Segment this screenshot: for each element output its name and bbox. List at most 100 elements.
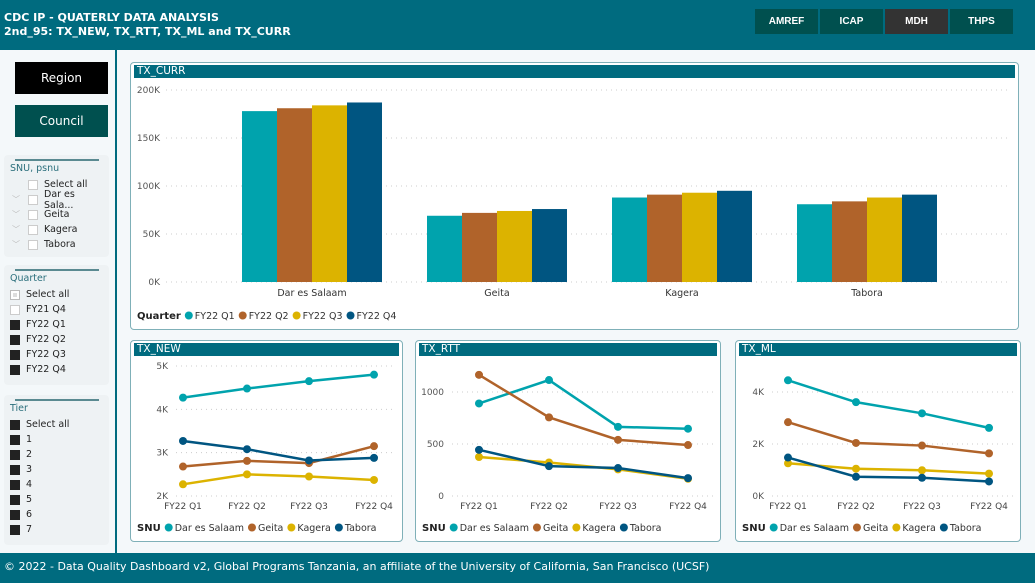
checkbox[interactable]	[10, 509, 20, 520]
slicer-item[interactable]: 6	[10, 507, 103, 522]
checkbox[interactable]	[10, 349, 20, 360]
slicer-item[interactable]: ﹀ Tabora	[10, 237, 103, 252]
bar	[242, 111, 277, 282]
data-point	[179, 462, 187, 471]
y-tick-label: 3K	[156, 449, 169, 459]
data-point	[684, 441, 692, 450]
checkbox[interactable]	[28, 179, 38, 190]
legend-marker-icon	[164, 523, 173, 532]
checkbox[interactable]	[28, 239, 38, 250]
legend-item: Geita	[543, 523, 568, 534]
org-button-amref[interactable]: AMREF	[755, 9, 818, 34]
data-point	[852, 464, 860, 473]
council-button[interactable]: Council	[15, 105, 108, 137]
slicer-item[interactable]: 4	[10, 477, 103, 492]
slicer-item[interactable]: ﹀ Kagera	[10, 222, 103, 237]
title: CDC IP - QUATERLY DATA ANALYSIS	[4, 11, 219, 24]
chevron-down-icon[interactable]: ﹀	[10, 209, 22, 220]
checkbox[interactable]	[28, 209, 38, 220]
chevron-down-icon[interactable]: ﹀	[10, 239, 22, 250]
series-line	[182, 444, 375, 468]
slicer-item-label: Select all	[26, 289, 70, 300]
org-buttons: AMREF ICAP MDH THPS	[755, 9, 1013, 34]
slicer-item[interactable]: 2	[10, 447, 103, 462]
chevron-down-icon[interactable]: ﹀	[10, 224, 22, 235]
slicer-item[interactable]: Select all	[10, 417, 103, 432]
checkbox[interactable]	[10, 334, 20, 345]
slicer-item[interactable]: ﹀ Dar es Sala...	[10, 189, 103, 211]
bar	[612, 197, 647, 282]
data-point	[243, 445, 251, 454]
data-point	[918, 473, 926, 482]
checkbox[interactable]	[10, 364, 20, 375]
bar	[427, 215, 462, 282]
subtitle: 2nd_95: TX_NEW, TX_RTT, TX_ML and TX_CUR…	[4, 25, 291, 38]
data-point	[370, 442, 378, 451]
bar	[277, 108, 312, 282]
chevron-down-icon[interactable]: ﹀	[10, 194, 22, 205]
checkbox[interactable]	[10, 524, 20, 535]
checkbox[interactable]	[28, 194, 38, 205]
region-button[interactable]: Region	[15, 62, 108, 94]
x-tick-label: FY22 Q4	[669, 502, 707, 512]
slicer-item[interactable]: FY22 Q3	[10, 347, 103, 362]
tier-slicer: Tier Select all 1 2 3 4 5 6 7	[4, 395, 109, 545]
legend-item: FY22 Q4	[357, 311, 397, 322]
slicer-item[interactable]: Select all	[10, 287, 103, 302]
checkbox[interactable]	[10, 304, 20, 315]
org-button-mdh[interactable]: MDH	[885, 9, 948, 34]
checkbox[interactable]	[10, 479, 20, 490]
bar	[797, 204, 832, 282]
legend-marker-icon	[769, 523, 778, 532]
checkbox[interactable]	[10, 434, 20, 445]
y-tick-label: 100K	[137, 182, 161, 192]
legend-item: FY22 Q1	[195, 311, 235, 322]
bar	[532, 209, 567, 282]
data-point	[370, 475, 378, 484]
checkbox[interactable]	[10, 289, 20, 300]
legend-title: SNU	[742, 523, 766, 534]
y-tick-label: 500	[427, 440, 444, 450]
legend-item: Tabora	[344, 523, 377, 534]
legend-item: Tabora	[629, 523, 662, 534]
data-point	[784, 376, 792, 385]
y-tick-label: 2K	[156, 492, 169, 502]
slicer-item[interactable]: 1	[10, 432, 103, 447]
legend-item: Geita	[258, 523, 283, 534]
bar	[497, 210, 532, 282]
slicer-item[interactable]: FY22 Q1	[10, 317, 103, 332]
slicer-item[interactable]: FY21 Q4	[10, 302, 103, 317]
checkbox[interactable]	[28, 224, 38, 235]
checkbox[interactable]	[10, 419, 20, 430]
bar	[312, 105, 347, 282]
checkbox[interactable]	[10, 464, 20, 475]
legend-marker-icon	[184, 311, 193, 320]
legend-item: FY22 Q3	[303, 311, 343, 322]
x-tick-label: FY22 Q2	[837, 502, 875, 512]
slicer-item[interactable]: 7	[10, 522, 103, 537]
slicer-item[interactable]: FY22 Q2	[10, 332, 103, 347]
checkbox[interactable]	[10, 449, 20, 460]
org-button-icap[interactable]: ICAP	[820, 9, 883, 34]
slicer-item-label: 3	[26, 464, 33, 475]
x-tick-label: Tabora	[850, 288, 883, 299]
slicer-item-label: 2	[26, 449, 33, 460]
data-point	[985, 469, 993, 478]
legend-title: SNU	[422, 523, 446, 534]
legend-marker-icon	[334, 523, 343, 532]
checkbox[interactable]	[10, 494, 20, 505]
data-point	[305, 472, 313, 481]
data-point	[985, 477, 993, 486]
org-button-thps[interactable]: THPS	[950, 9, 1013, 34]
checkbox[interactable]	[10, 319, 20, 330]
legend-marker-icon	[247, 523, 256, 532]
slicer-item[interactable]: 3	[10, 462, 103, 477]
legend-marker-icon	[532, 523, 541, 532]
slicer-item[interactable]: 5	[10, 492, 103, 507]
slicer-item-label: Kagera	[44, 224, 78, 235]
x-tick-label: FY22 Q3	[903, 502, 941, 512]
slicer-item[interactable]: FY22 Q4	[10, 362, 103, 377]
bar	[647, 194, 682, 282]
data-point	[784, 418, 792, 427]
legend-item: Geita	[863, 523, 888, 534]
